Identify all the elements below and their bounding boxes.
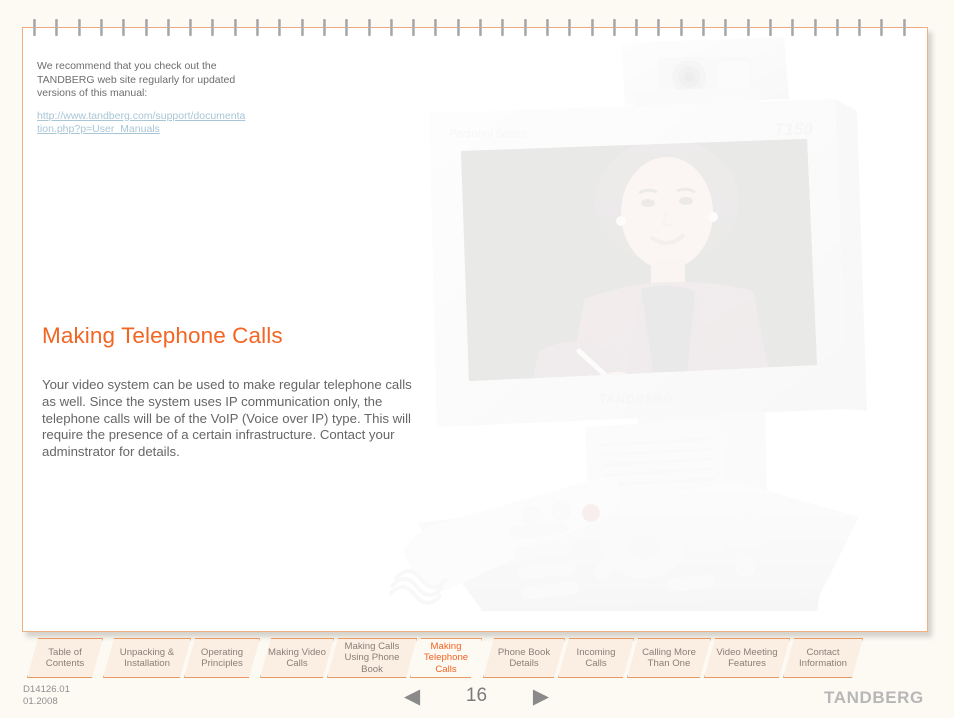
chapter-tab-operating-principles[interactable]: Operating Principles (184, 638, 260, 678)
spiral-rail (22, 27, 922, 28)
spiral-ring (657, 19, 661, 36)
spiral-ring (679, 19, 683, 36)
chapter-tab-label: Video Meeting Features (716, 646, 778, 669)
spiral-ring (635, 19, 639, 36)
spiral-ring (768, 19, 772, 36)
article-body: Your video system can be used to make re… (42, 377, 412, 460)
spiral-ring (568, 19, 572, 36)
spiral-ring (590, 19, 594, 36)
spiral-ring (189, 19, 193, 36)
chapter-tab-contact-information[interactable]: Contact Information (783, 638, 863, 678)
chapter-tab-table-of-contents[interactable]: Table of Contents (27, 638, 103, 678)
spiral-ring (702, 19, 705, 36)
previous-page-arrow-icon[interactable]: ◀ (404, 686, 420, 707)
spiral-ring (902, 19, 906, 36)
spiral-ring (434, 19, 438, 36)
spiral-ring (55, 19, 59, 36)
spiral-ring (166, 19, 170, 36)
spiral-ring (322, 19, 326, 36)
spiral-ring (389, 19, 393, 36)
spiral-ring (412, 19, 416, 36)
spiral-ring (144, 19, 148, 36)
document-id: D14126.01 01.2008 (23, 684, 70, 707)
spiral-ring (835, 19, 839, 36)
page-number: 16 (465, 685, 488, 706)
spiral-ring (456, 19, 460, 36)
product-photo-videophone: Personal Series T150 TANDBERG (389, 31, 885, 611)
chapter-tab-bar: Table of Contents Unpacking & Installatio… (0, 636, 954, 682)
intro-note-text: We recommend that you check out the TAND… (37, 60, 236, 99)
manual-download-link[interactable]: http://www.tandberg.com/support/document… (37, 110, 247, 137)
chapter-tab-label: Phone Book Details (497, 646, 551, 669)
chapter-tab-making-telephone-calls[interactable]: Making Telephone Calls (410, 638, 482, 678)
document-id-line1: D14126.01 (23, 684, 70, 695)
spiral-ring (479, 19, 482, 36)
chapter-tab-making-calls-using-phone-book[interactable]: Making Calls Using Phone Book (327, 638, 417, 678)
spiral-ring (523, 19, 527, 36)
spiral-ring (501, 19, 505, 36)
spiral-ring (858, 19, 862, 36)
chapter-tab-label: Incoming Calls (576, 646, 616, 669)
page-title: Making Telephone Calls (42, 323, 283, 348)
spiral-ring (612, 19, 616, 36)
chapter-tab-label: Calling More Than One (642, 646, 696, 669)
spiral-ring (300, 19, 304, 36)
spiral-ring (233, 19, 237, 36)
chapter-tab-incoming-calls[interactable]: Incoming Calls (558, 638, 634, 678)
spiral-ring (122, 19, 126, 36)
spiral-ring (545, 19, 549, 36)
next-page-arrow-icon[interactable]: ▶ (533, 686, 549, 707)
spiral-ring (880, 19, 884, 36)
spiral-ring (99, 19, 103, 36)
chapter-tab-label: Operating Principles (200, 646, 244, 669)
chapter-tab-calling-more-than-one[interactable]: Calling More Than One (627, 638, 711, 678)
page-sheet: Personal Series T150 TANDBERG We recomme… (22, 27, 928, 632)
chapter-tab-label: Table of Contents (45, 646, 85, 669)
intro-note: We recommend that you check out the TAND… (37, 60, 247, 137)
spiral-binding (22, 18, 922, 38)
chapter-tab-label: Making Video Calls (268, 646, 326, 669)
svg-text:T150: T150 (774, 120, 813, 139)
svg-text:Personal Series: Personal Series (449, 128, 527, 140)
page-navigation: ◀ 16 ▶ (404, 683, 549, 709)
spiral-ring (724, 19, 728, 36)
chapter-tab-label: Making Telephone Calls (423, 640, 469, 675)
tandberg-logo: TANDBERG (824, 688, 924, 707)
chapter-tab-making-video-calls[interactable]: Making Video Calls (260, 638, 334, 678)
svg-text:TANDBERG: TANDBERG (599, 392, 674, 406)
spiral-ring (345, 19, 349, 36)
document-id-line2: 01.2008 (23, 695, 58, 707)
chapter-tab-phone-book-details[interactable]: Phone Book Details (483, 638, 565, 678)
spiral-ring (33, 19, 36, 36)
chapter-tab-label: Unpacking & Installation (119, 646, 175, 669)
chapter-tab-label: Contact Information (799, 646, 847, 669)
spiral-ring (367, 19, 371, 36)
spiral-ring (77, 19, 81, 36)
spiral-ring (791, 19, 795, 36)
article: Making Telephone Calls Your video system… (42, 323, 422, 461)
spiral-ring (746, 19, 750, 36)
spiral-ring (256, 19, 259, 36)
chapter-tab-video-meeting-features[interactable]: Video Meeting Features (704, 638, 790, 678)
chapter-tab-label: Making Calls Using Phone Book (344, 640, 400, 675)
chapter-tab-unpacking-installation[interactable]: Unpacking & Installation (103, 638, 191, 678)
spiral-ring (278, 19, 282, 36)
spiral-ring (211, 19, 215, 36)
spiral-ring (813, 19, 817, 36)
